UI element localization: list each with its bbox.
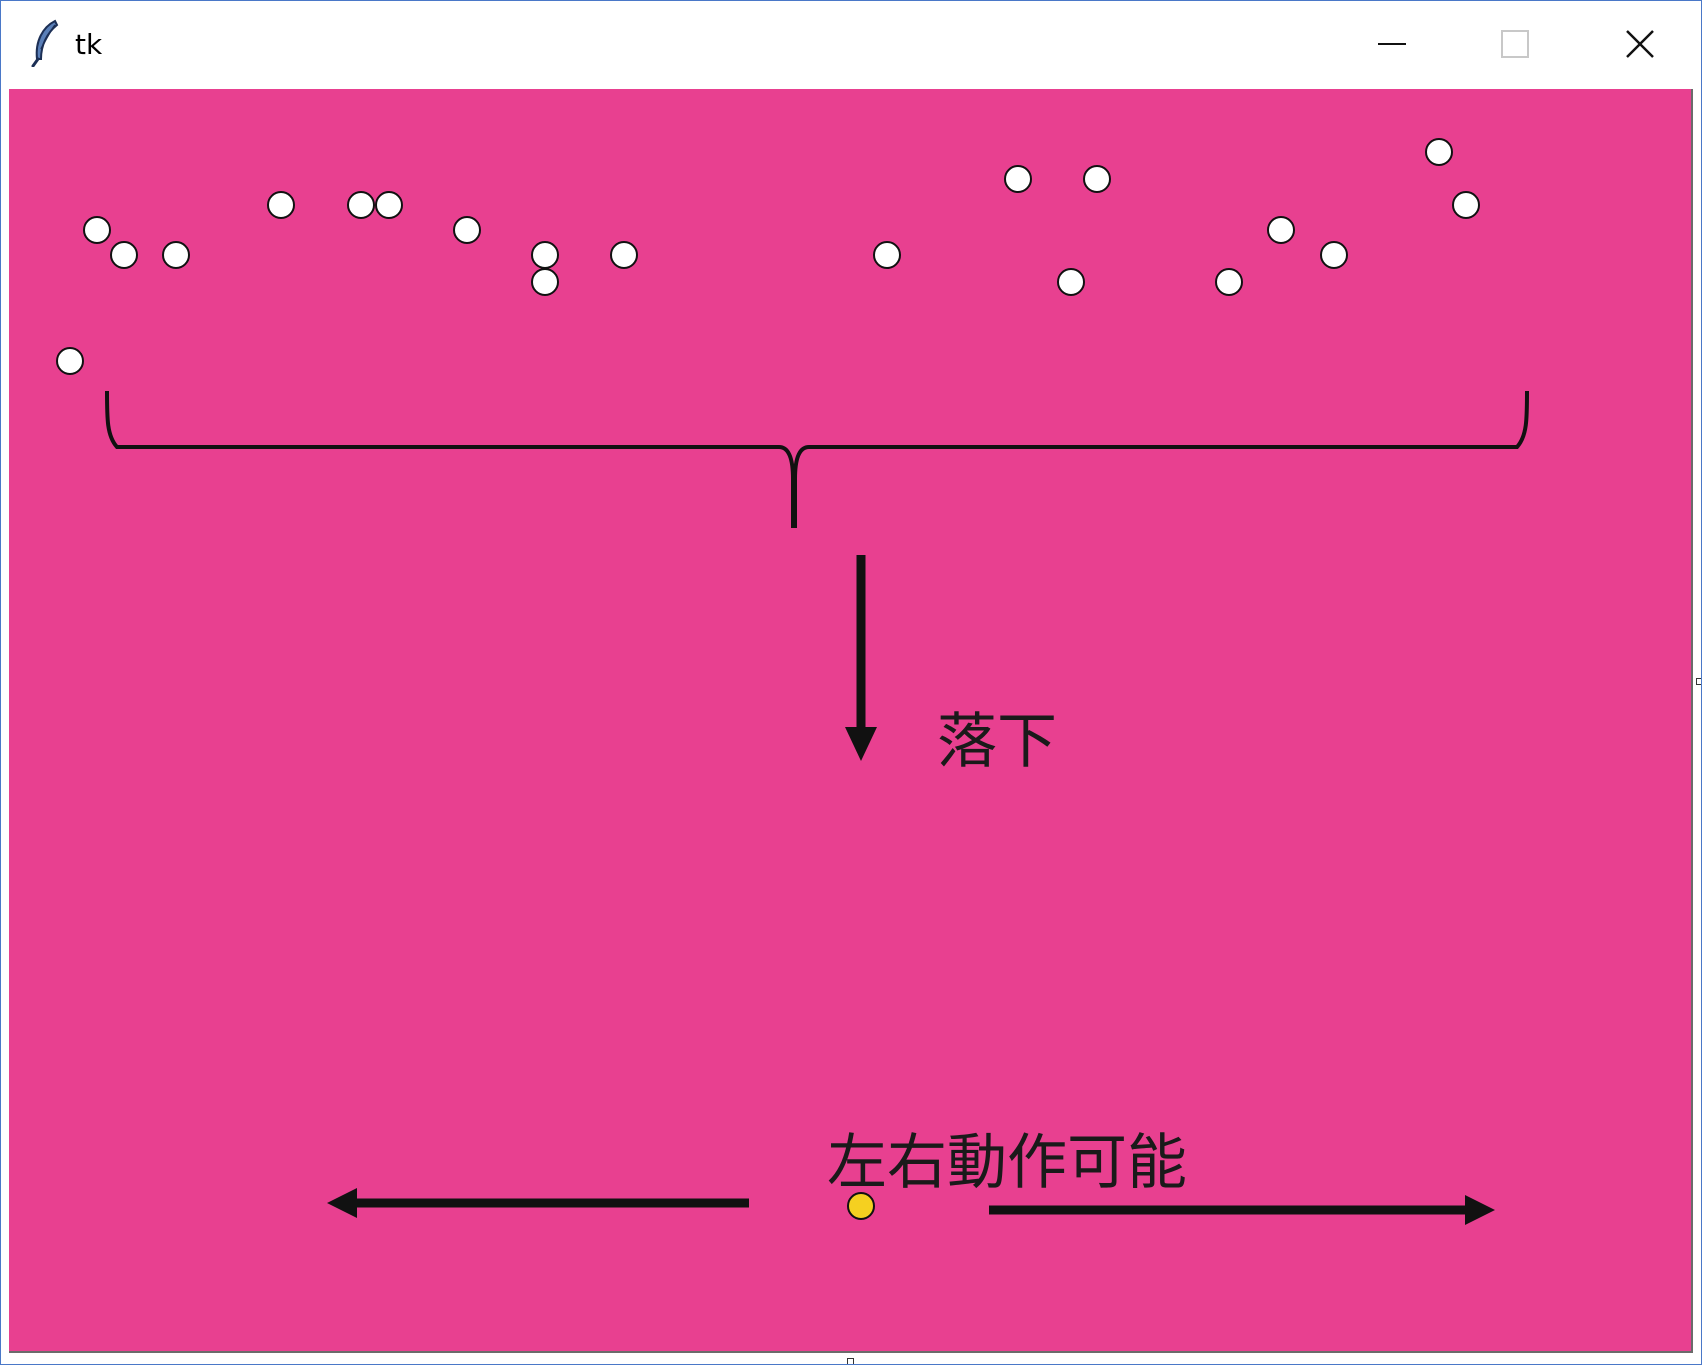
falling-ball — [375, 191, 403, 219]
minimize-icon — [1378, 43, 1406, 45]
arrow-down-icon — [845, 555, 877, 761]
minimize-button[interactable] — [1333, 1, 1453, 87]
resize-handle-right[interactable] — [1696, 678, 1701, 685]
falling-ball — [1425, 138, 1453, 166]
close-icon — [1626, 30, 1654, 58]
maximize-icon — [1501, 30, 1529, 58]
drop-label: 落下 — [937, 707, 1057, 777]
window-title: tk — [75, 28, 103, 61]
game-canvas[interactable]: 落下 左右動作可能 — [9, 89, 1693, 1353]
falling-ball — [1452, 191, 1480, 219]
falling-ball — [267, 191, 295, 219]
falling-ball — [610, 241, 638, 269]
falling-ball — [347, 191, 375, 219]
arrow-left-icon — [327, 1188, 749, 1218]
falling-ball — [453, 216, 481, 244]
falling-ball — [1320, 241, 1348, 269]
falling-balls — [56, 138, 1480, 375]
falling-ball — [56, 347, 84, 375]
falling-ball — [873, 241, 901, 269]
falling-ball — [1057, 268, 1085, 296]
close-button[interactable] — [1579, 1, 1701, 87]
falling-ball — [110, 241, 138, 269]
resize-handle-bottom[interactable] — [847, 1358, 854, 1364]
falling-ball — [1004, 165, 1032, 193]
falling-ball — [162, 241, 190, 269]
brace-icon — [105, 390, 1529, 528]
falling-ball — [1215, 268, 1243, 296]
falling-ball — [1083, 165, 1111, 193]
maximize-button[interactable] — [1453, 1, 1573, 87]
app-window: tk 落下 左右動作可能 — [0, 0, 1702, 1365]
falling-ball — [531, 241, 559, 269]
feather-icon — [29, 19, 63, 68]
falling-ball — [83, 216, 111, 244]
falling-ball — [1267, 216, 1295, 244]
arrow-right-icon — [989, 1195, 1495, 1225]
title-bar[interactable]: tk — [1, 1, 1701, 87]
move-label: 左右動作可能 — [827, 1128, 1187, 1198]
falling-ball — [531, 268, 559, 296]
